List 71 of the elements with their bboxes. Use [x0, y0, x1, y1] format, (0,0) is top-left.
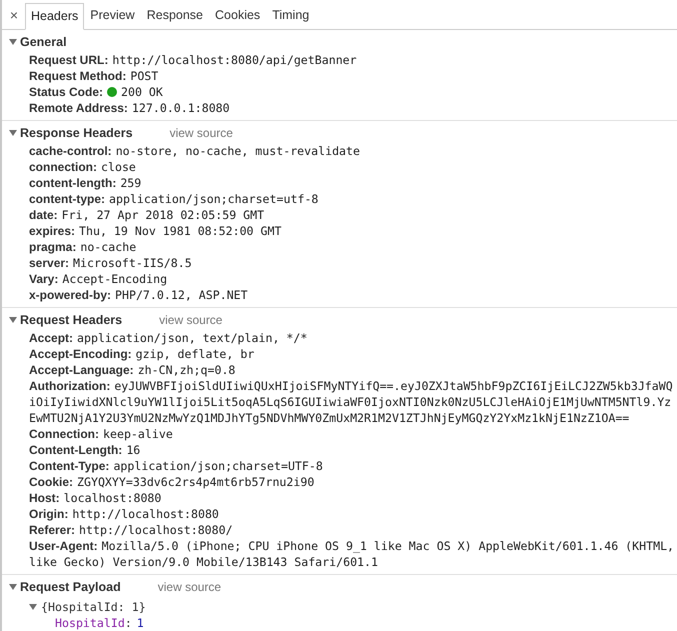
header-line: User-Agent: Mozilla/5.0 (iPhone; CPU iPhone OS 9_1 like Mac OS X) AppleWebKit/601.1.46 (KHTML, like Gecko) Version/9.0 Mobile/13B143 Safari/601.1 [29, 538, 675, 570]
header-name: x-powered-by: [29, 288, 112, 302]
header-name: Request URL: [29, 53, 108, 67]
section-title[interactable]: Response Headers [20, 124, 133, 142]
tab[interactable]: Response [140, 2, 210, 29]
view-source-link[interactable]: view source [170, 124, 233, 142]
header-value: 16 [126, 443, 140, 457]
section-title[interactable]: Request Payload [20, 578, 121, 596]
header-value: http://localhost:8080/ [79, 523, 233, 537]
header-value: application/json;charset=utf-8 [109, 192, 318, 206]
header-name: Host: [29, 491, 60, 505]
header-name: Connection: [29, 427, 99, 441]
header-value: zh-CN,zh;q=0.8 [138, 363, 236, 377]
property-value: 1 [136, 616, 144, 630]
header-value: http://localhost:8080 [72, 507, 219, 521]
expanded-triangle-icon[interactable] [9, 583, 17, 591]
header-value: application/json;charset=UTF-8 [113, 459, 323, 473]
header-name: date: [29, 208, 58, 222]
header-name: Accept-Encoding: [29, 347, 132, 361]
header-value: no-cache [80, 240, 136, 254]
view-source-link[interactable]: view source [159, 311, 222, 329]
header-value: Microsoft-IIS/8.5 [73, 256, 192, 270]
header-value: http://localhost:8080/api/getBanner [112, 53, 357, 67]
header-name: Status Code: [29, 85, 104, 99]
header-value: localhost:8080 [64, 491, 162, 505]
header-name: Vary: [29, 272, 58, 286]
tab[interactable]: Timing [266, 2, 316, 29]
property-separator: : [124, 616, 132, 630]
header-name: content-length: [29, 176, 116, 190]
header-value: ZGYQXYY=33dv6c2rs4p4mt6rb57rnu2i90 [77, 475, 314, 489]
header-value: keep-alive [103, 427, 173, 441]
view-source-link[interactable]: view source [158, 578, 222, 596]
section-title[interactable]: General [20, 32, 67, 52]
header-name: Content-Type: [29, 459, 110, 473]
expanded-triangle-icon[interactable] [9, 316, 17, 324]
header-name: content-type: [29, 192, 105, 206]
header-value: application/json, text/plain, */* [77, 331, 308, 345]
header-name: Origin: [29, 507, 68, 521]
header-value: 127.0.0.1:8080 [132, 101, 230, 115]
header-value: POST [130, 69, 158, 83]
section-title[interactable]: Request Headers [20, 310, 122, 330]
expanded-triangle-icon[interactable] [29, 603, 37, 611]
header-name: expires: [29, 224, 76, 238]
header-name: Accept-Language: [29, 363, 134, 377]
header-value: PHP/7.0.12, ASP.NET [115, 288, 248, 302]
header-value: 259 [120, 176, 142, 190]
header-name: server: [29, 256, 70, 270]
header-name: cache-control: [29, 144, 112, 158]
close-button[interactable]: × [6, 1, 22, 29]
expanded-triangle-icon[interactable] [9, 129, 17, 137]
header-name: Referer: [29, 523, 76, 537]
property-key: HospitalId [55, 616, 125, 630]
header-value: no-store, no-cache, must-revalidate [116, 144, 360, 158]
header-name: connection: [29, 160, 97, 174]
header-value: Fri, 27 Apr 2018 02:05:59 GMT [62, 208, 264, 222]
tab[interactable]: Headers [25, 3, 84, 30]
header-name: Remote Address: [29, 101, 128, 115]
header-name: Request Method: [29, 69, 126, 83]
header-name: pragma: [29, 240, 76, 254]
tab[interactable]: Preview [84, 2, 141, 29]
tab[interactable]: Cookies [209, 2, 266, 29]
header-name: Cookie: [29, 475, 74, 489]
header-value: Thu, 19 Nov 1981 08:52:00 GMT [79, 224, 282, 238]
object-summary[interactable]: {HospitalId: 1} [41, 599, 146, 615]
header-value: gzip, deflate, br [136, 347, 254, 361]
header-name: Accept: [29, 331, 74, 345]
header-name: Content-Length: [29, 443, 122, 457]
header-value: close [101, 160, 136, 174]
expanded-triangle-icon[interactable] [9, 38, 17, 46]
header-value: Accept-Encoding [62, 272, 168, 286]
header-value: 200 OK [121, 85, 163, 99]
